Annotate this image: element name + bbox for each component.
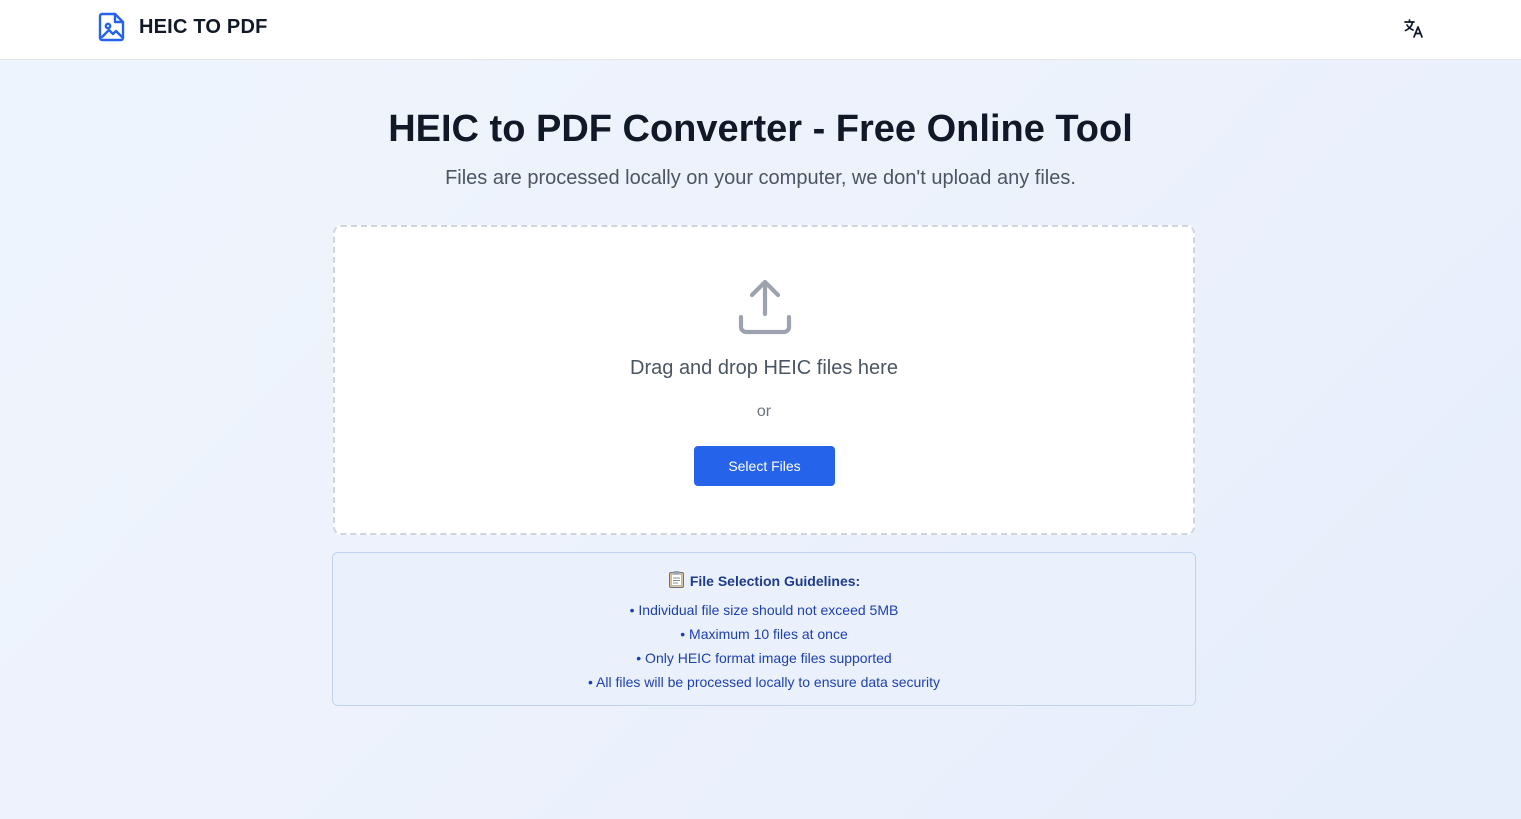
guideline-item: • Only HEIC format image files supported [636, 650, 892, 666]
drop-prompt: Drag and drop HEIC files here [630, 357, 898, 379]
language-switch-button[interactable] [1399, 13, 1429, 43]
translate-icon [1403, 17, 1425, 39]
brand-home-link[interactable]: HEIC TO PDF [97, 11, 268, 43]
guideline-item: • Maximum 10 files at once [680, 626, 848, 642]
file-guidelines-panel: File Selection Guidelines: • Individual … [332, 552, 1196, 706]
guidelines-list: • Individual file size should not exceed… [333, 598, 1195, 694]
select-files-button[interactable]: Select Files [694, 446, 835, 486]
site-header: HEIC TO PDF [0, 0, 1521, 60]
guideline-item: • All files will be processed locally to… [588, 674, 940, 690]
page-title: HEIC to PDF Converter - Free Online Tool [388, 108, 1133, 150]
page-subtitle: Files are processed locally on your comp… [445, 167, 1076, 189]
upload-icon [735, 277, 795, 337]
brand-name: HEIC TO PDF [139, 15, 268, 38]
or-divider-text: or [756, 403, 772, 420]
file-drop-zone[interactable]: Drag and drop HEIC files here or Select … [333, 225, 1195, 535]
guidelines-title: File Selection Guidelines: [689, 573, 861, 589]
clipboard-icon [668, 570, 685, 592]
guidelines-heading: File Selection Guidelines: [333, 570, 1195, 592]
file-image-icon [97, 11, 127, 43]
guideline-item: • Individual file size should not exceed… [629, 602, 899, 618]
